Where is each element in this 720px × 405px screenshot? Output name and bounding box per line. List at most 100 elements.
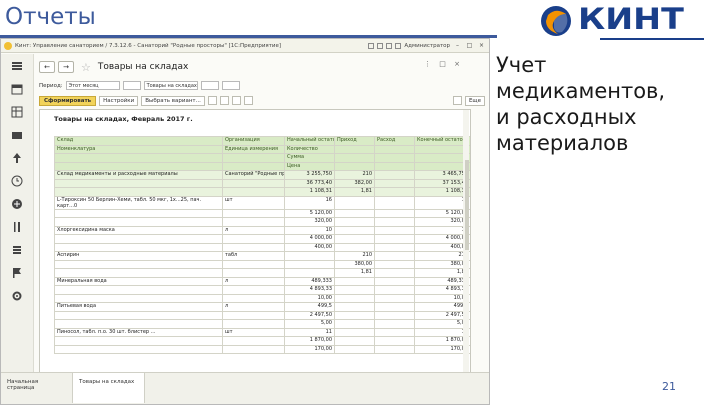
menu-icon[interactable] bbox=[10, 59, 24, 73]
lamp-icon[interactable] bbox=[10, 151, 24, 165]
toolbar-icon[interactable] bbox=[386, 42, 393, 49]
slide-title: Отчеты bbox=[5, 4, 96, 30]
column-header: Начальный остаток bbox=[284, 136, 335, 146]
group-row: 36 773,40 382,00 37 153,40 bbox=[54, 178, 470, 188]
value-cell bbox=[374, 319, 415, 329]
card-icon[interactable] bbox=[10, 128, 24, 142]
column-header: Сумма bbox=[284, 153, 335, 163]
value-cell bbox=[374, 217, 415, 227]
table-row: 10,00 10,00 bbox=[54, 293, 470, 303]
column-header bbox=[374, 153, 415, 163]
value-cell: 382,00 bbox=[334, 178, 375, 188]
item-unit: шт bbox=[222, 327, 285, 337]
value-cell: 489,333 bbox=[284, 276, 335, 286]
column-header: Организация bbox=[222, 136, 285, 146]
favorite-star-icon[interactable]: ☆ bbox=[81, 61, 91, 74]
table-row: 5,005,00 bbox=[54, 319, 470, 329]
period-select-button[interactable] bbox=[122, 81, 141, 90]
column-header: Цена bbox=[284, 161, 335, 171]
value-cell bbox=[374, 225, 415, 235]
more-button[interactable]: Еще bbox=[464, 95, 485, 106]
group-org bbox=[222, 187, 285, 197]
item-name bbox=[54, 217, 223, 227]
company-logo: КИНТ bbox=[540, 2, 690, 38]
current-user[interactable]: Администратор bbox=[404, 43, 450, 49]
window-titlebar: Кинт: Управление санаторием / 7.3.12.6 -… bbox=[1, 39, 489, 53]
table-icon[interactable] bbox=[10, 105, 24, 119]
maximize-icon[interactable]: □ bbox=[465, 42, 474, 49]
variant-select-button[interactable] bbox=[200, 81, 219, 90]
value-cell bbox=[374, 293, 415, 303]
value-cell: 1,81 bbox=[334, 187, 375, 197]
period-field[interactable]: Этот месяц bbox=[65, 81, 120, 90]
value-cell bbox=[334, 336, 375, 346]
sum-icon[interactable] bbox=[452, 96, 462, 105]
value-cell bbox=[334, 208, 375, 218]
navigation-row: ← → ☆ Товары на складах bbox=[39, 59, 188, 75]
period-label: Период: bbox=[39, 82, 63, 89]
forward-button[interactable]: → bbox=[58, 61, 74, 73]
report-variant-field[interactable]: Товары на складах bbox=[143, 81, 198, 90]
item-unit: шт bbox=[222, 195, 285, 210]
value-cell: 10 bbox=[284, 225, 335, 235]
column-header bbox=[334, 153, 375, 163]
table-row: 170,00 170,00 bbox=[54, 344, 470, 354]
body-line: материалов bbox=[496, 131, 629, 155]
clock-icon[interactable] bbox=[10, 174, 24, 188]
value-cell: 36 773,40 bbox=[284, 178, 335, 188]
vertical-scrollbar[interactable] bbox=[463, 110, 469, 398]
value-cell bbox=[374, 195, 415, 210]
header-row: Склад Организация Начальный остаток Приход Р… bbox=[54, 136, 470, 146]
value-cell bbox=[374, 344, 415, 354]
settings-button[interactable]: Настройки bbox=[99, 95, 139, 106]
value-cell bbox=[334, 293, 375, 303]
minimize-icon[interactable]: – bbox=[453, 42, 462, 49]
value-cell: 5 120,00 bbox=[284, 208, 335, 218]
value-cell bbox=[374, 242, 415, 252]
value-cell bbox=[284, 251, 335, 261]
table-row: 4 893,33 4 893,33 bbox=[54, 285, 470, 295]
stack-icon[interactable] bbox=[10, 243, 24, 257]
item-unit bbox=[222, 336, 285, 346]
back-button[interactable]: ← bbox=[39, 61, 55, 73]
calendar-icon[interactable] bbox=[10, 82, 24, 96]
scrollbar-thumb[interactable] bbox=[465, 160, 469, 250]
item-name bbox=[54, 285, 223, 295]
expand-icon[interactable] bbox=[243, 96, 253, 105]
cutlery-icon[interactable] bbox=[10, 220, 24, 234]
save-icon[interactable] bbox=[219, 96, 229, 105]
item-name bbox=[54, 242, 223, 252]
window-controls[interactable]: ⋮ □ × bbox=[424, 60, 463, 68]
value-cell bbox=[374, 187, 415, 197]
report-sheet: Товары на складах, Февраль 2017 г. Склад… bbox=[39, 109, 471, 399]
group-row: 1 108,31 1,81 1 108,31 bbox=[54, 187, 470, 197]
toolbar-icon[interactable] bbox=[377, 42, 384, 49]
tab-home[interactable]: Начальная страница bbox=[1, 373, 73, 403]
column-header bbox=[222, 153, 285, 163]
extra-field[interactable] bbox=[221, 81, 240, 90]
tab-stock-report[interactable]: Товары на складах bbox=[73, 373, 145, 403]
print-icon[interactable] bbox=[207, 96, 217, 105]
value-cell bbox=[374, 276, 415, 286]
page-title: Товары на складах bbox=[97, 62, 189, 72]
value-cell: 16 bbox=[284, 195, 335, 210]
toolbar-icon[interactable] bbox=[368, 42, 375, 49]
close-icon[interactable]: × bbox=[477, 42, 486, 49]
report-table: Склад Организация Начальный остаток Приход Р… bbox=[54, 136, 470, 354]
select-variant-button[interactable]: Выбрать вариант... bbox=[141, 95, 205, 106]
value-cell bbox=[284, 259, 335, 269]
add-icon[interactable] bbox=[10, 197, 24, 211]
value-cell: 1 870,00 bbox=[284, 336, 335, 346]
table-row: 5 120,00 5 120,00 bbox=[54, 208, 470, 218]
send-icon[interactable] bbox=[231, 96, 241, 105]
settings-icon[interactable] bbox=[10, 289, 24, 303]
toolbar-icon[interactable] bbox=[395, 42, 402, 49]
item-unit bbox=[222, 319, 285, 329]
value-cell bbox=[334, 327, 375, 337]
column-header: Количество bbox=[284, 144, 335, 154]
item-unit bbox=[222, 259, 285, 269]
value-cell: 10,00 bbox=[284, 293, 335, 303]
body-line: и расходных bbox=[496, 105, 637, 129]
generate-button[interactable]: Сформировать bbox=[39, 95, 97, 106]
flag-icon[interactable] bbox=[10, 266, 24, 280]
